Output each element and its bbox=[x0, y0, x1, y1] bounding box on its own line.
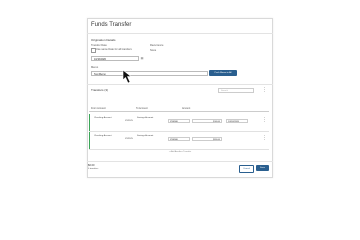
push-memo-button[interactable]: Push Memo to All bbox=[209, 70, 237, 76]
add-transfer-link[interactable]: + Add Another Transfer bbox=[87, 151, 273, 153]
to-account-name: Savings Account bbox=[137, 117, 154, 119]
row-divider bbox=[89, 149, 269, 150]
funds-transfer-dialog bbox=[87, 18, 273, 178]
amount-input[interactable]: $10.00 bbox=[192, 119, 222, 123]
table-header-divider bbox=[89, 111, 269, 112]
to-account-select[interactable]: XX4580 bbox=[168, 137, 190, 141]
amount-input[interactable]: $20.00 bbox=[192, 137, 222, 141]
recurrence-value[interactable]: None bbox=[150, 49, 156, 52]
total-amount: $0.00 bbox=[88, 164, 95, 167]
table-row[interactable]: Checking Account XX2525 Savings Account … bbox=[89, 132, 270, 149]
memo-input[interactable]: Test Memo bbox=[91, 71, 208, 76]
from-account-number: XX2525 bbox=[125, 120, 133, 122]
transfers-more-icon[interactable]: ⋮ bbox=[262, 88, 267, 93]
divider bbox=[87, 161, 273, 162]
total-label: 0 transfers bbox=[88, 168, 99, 170]
transfers-heading: Transfers (3) bbox=[91, 88, 109, 92]
column-from-account: From Account bbox=[91, 107, 106, 110]
origination-heading: Origination Details bbox=[91, 38, 116, 42]
from-account-name: Checking Account bbox=[94, 135, 112, 137]
mouse-pointer-icon bbox=[122, 69, 132, 84]
save-button[interactable]: Save bbox=[256, 165, 269, 171]
memo-label: Memo bbox=[91, 66, 99, 69]
row-more-icon[interactable]: ⋮ bbox=[262, 136, 267, 141]
same-date-label: Use same Date for all transfers bbox=[96, 48, 132, 51]
row-more-icon[interactable]: ⋮ bbox=[262, 118, 267, 123]
transfer-date-label: Transfer Date bbox=[91, 44, 107, 47]
dialog-title: Funds Transfer bbox=[91, 22, 132, 28]
from-account-number: XX2525 bbox=[125, 138, 133, 140]
column-to-account: To Account bbox=[136, 107, 148, 110]
cancel-button[interactable]: Cancel bbox=[239, 165, 254, 173]
to-account-name: Savings Account bbox=[137, 135, 154, 137]
divider bbox=[87, 33, 273, 34]
column-amount: Amount bbox=[182, 107, 191, 110]
date-input[interactable]: 10/16/2020 bbox=[226, 119, 248, 123]
table-row[interactable]: Checking Account XX2525 Savings Account … bbox=[89, 114, 270, 131]
from-account-name: Checking Account bbox=[94, 117, 112, 119]
divider bbox=[87, 84, 273, 85]
calendar-icon[interactable]: ▦ bbox=[139, 56, 145, 61]
transfers-search-input[interactable]: Search bbox=[218, 88, 254, 93]
recurrence-label: Recurrence bbox=[150, 44, 164, 47]
transfer-date-input[interactable]: 10/16/2020 bbox=[91, 56, 139, 61]
to-account-select[interactable]: XX4580 bbox=[168, 119, 190, 123]
